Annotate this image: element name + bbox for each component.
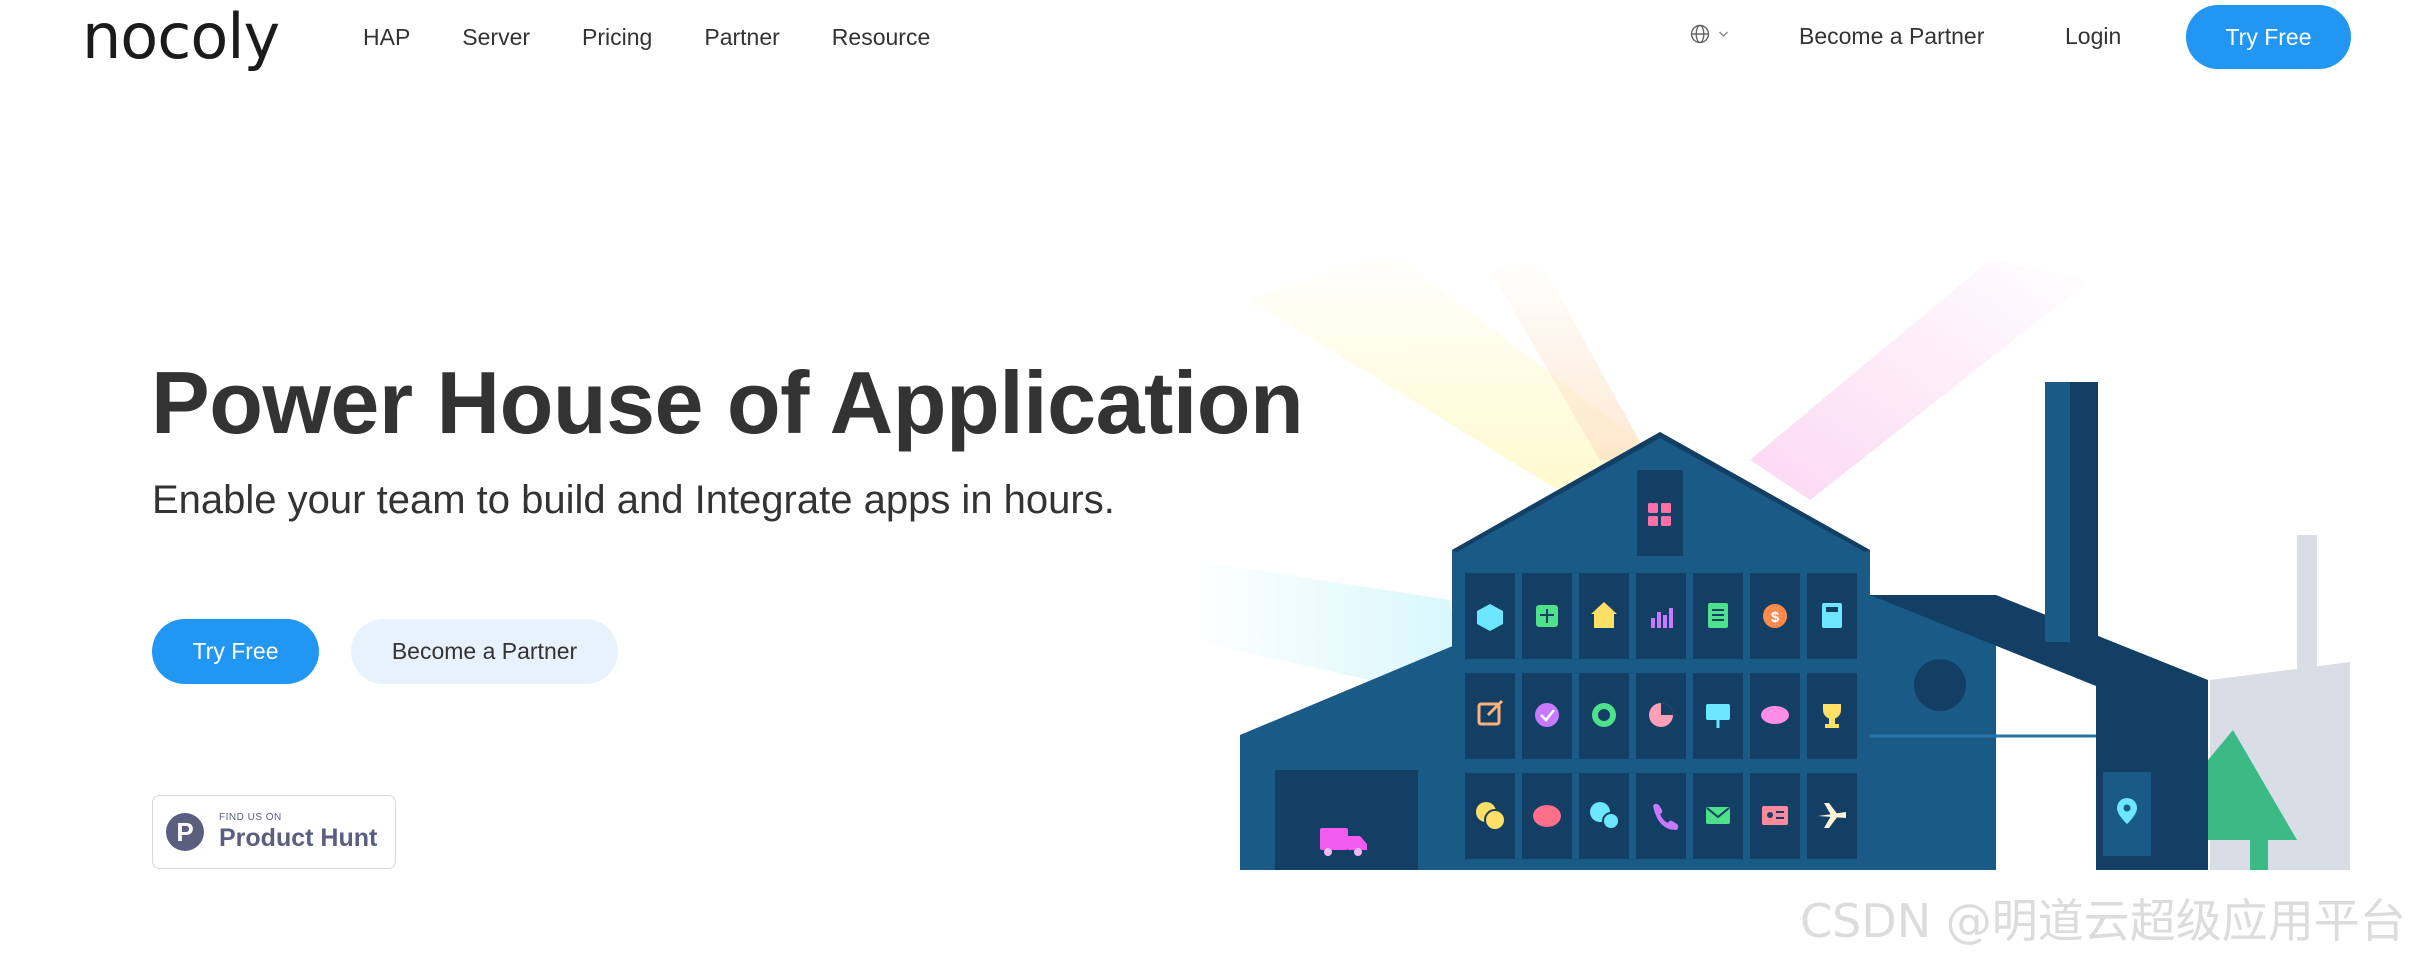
piggy-bank-icon	[1533, 805, 1561, 827]
pie-chart-icon	[1649, 703, 1673, 727]
nav-try-free-button[interactable]: Try Free	[2186, 5, 2351, 69]
nav-become-partner-link[interactable]: Become a Partner	[1799, 23, 1984, 50]
globe-icon	[1690, 24, 1710, 44]
trophy-icon	[1823, 704, 1841, 728]
table-icon	[1536, 605, 1558, 627]
nav-link-server[interactable]: Server	[462, 24, 530, 51]
nav-link-pricing[interactable]: Pricing	[582, 24, 652, 51]
garage-door	[1275, 770, 1418, 870]
attic-window	[1637, 470, 1683, 556]
main-nav: HAP Server Pricing Partner Resource	[363, 0, 982, 75]
nav-link-hap[interactable]: HAP	[363, 24, 410, 51]
nav-link-partner[interactable]: Partner	[704, 24, 779, 51]
hero-title: Power House of Application	[151, 353, 1304, 452]
document-icon	[1708, 603, 1728, 628]
calculator-icon	[1822, 603, 1842, 628]
svg-text:$: $	[1771, 609, 1780, 626]
language-selector[interactable]	[1690, 24, 1729, 44]
hero-become-partner-button[interactable]: Become a Partner	[351, 619, 618, 684]
csdn-watermark: CSDN @明道云超级应用平台	[1800, 894, 2406, 948]
top-navbar: nocoly HAP Server Pricing Partner Resour…	[0, 0, 2412, 75]
hero-try-free-button[interactable]: Try Free	[152, 619, 319, 684]
brand-logo[interactable]: nocoly	[82, 0, 280, 74]
nav-login-link[interactable]: Login	[2065, 23, 2121, 50]
chevron-down-icon	[1719, 31, 1728, 37]
product-hunt-small-label: FIND US ON	[219, 811, 282, 823]
hero-subtitle: Enable your team to build and Integrate …	[152, 478, 1115, 522]
nav-link-resource[interactable]: Resource	[832, 24, 930, 51]
grey-chimney	[2297, 535, 2317, 675]
badge-icon	[1535, 703, 1559, 727]
product-hunt-icon: P	[166, 813, 204, 851]
product-hunt-badge[interactable]: P FIND US ON Product Hunt	[152, 795, 396, 869]
factory-illustration: $	[1190, 260, 2350, 870]
handshake-icon	[1761, 706, 1789, 724]
round-window	[1914, 659, 1966, 711]
contact-card-icon	[1762, 806, 1788, 825]
mail-icon	[1706, 807, 1730, 824]
globe-icon	[1592, 703, 1616, 727]
dollar-icon: $	[1763, 604, 1787, 628]
product-hunt-label: Product Hunt	[219, 823, 378, 852]
product-hunt-text: FIND US ON Product Hunt	[219, 812, 377, 853]
light-beam	[1750, 260, 2090, 500]
